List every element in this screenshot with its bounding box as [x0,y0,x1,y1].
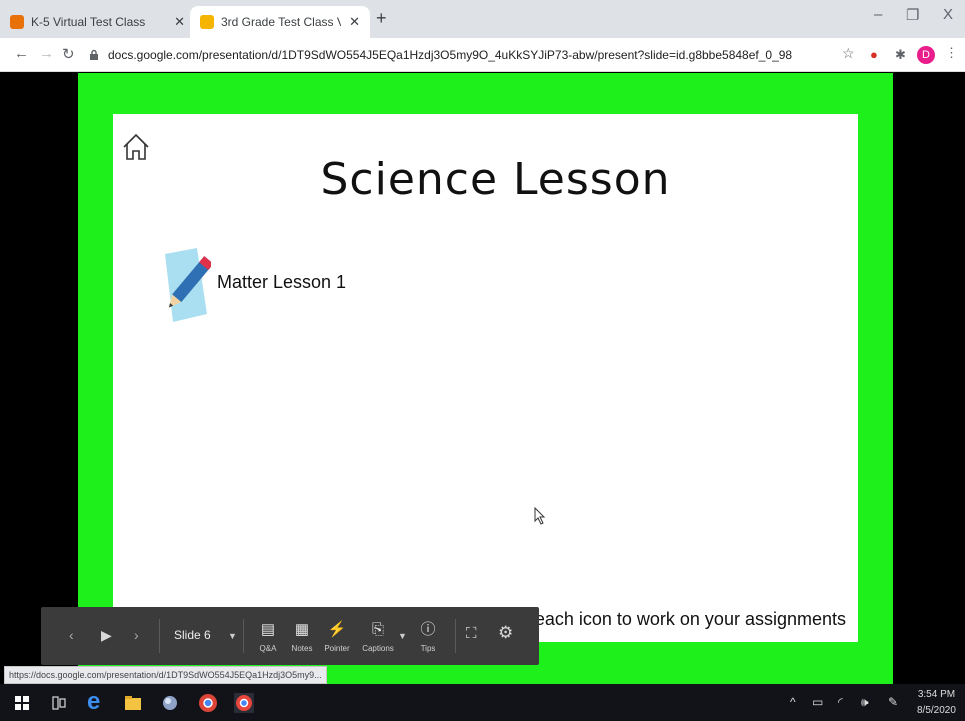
captions-button[interactable]: ⎘ Captions [356,619,400,653]
forward-icon[interactable]: → [39,45,54,62]
more-icon[interactable]: ⋮ [945,45,958,61]
slide-number-label: Slide 6 [174,628,211,642]
pointer-button[interactable]: ⚡ Pointer [315,619,359,653]
restore-button[interactable]: ❐ [906,6,919,24]
lesson-label: Matter Lesson 1 [217,271,347,292]
reload-icon[interactable]: ↻ [62,45,75,63]
toolbar-divider [243,619,244,653]
lock-icon [90,49,98,60]
mouse-cursor-icon [534,507,546,525]
fullscreen-icon[interactable]: ⛶ [466,625,477,642]
gear-icon[interactable]: ⚙ [498,623,513,643]
extension-icon[interactable]: ● [870,47,878,62]
windows-start-icon[interactable] [12,693,32,713]
close-tab-icon[interactable]: ✕ [341,14,360,30]
address-bar[interactable]: docs.google.com/presentation/d/1DT9SdWO5… [88,42,818,68]
browser-toolbar: ← → ↻ docs.google.com/presentation/d/1DT… [0,38,965,72]
toolbar-divider [159,619,160,653]
slide-title: Science Lesson [320,154,671,205]
pointer-label: Pointer [324,644,350,653]
captions-icon: ⎘ [371,621,384,638]
close-tab-icon[interactable]: ✕ [166,14,185,30]
avatar[interactable]: D [917,46,935,64]
clock-time: 3:54 PM [917,689,956,700]
tab-k5-virtual-test-class[interactable]: K-5 Virtual Test Class ✕ [0,6,195,38]
pen-icon[interactable]: ✎ [888,695,898,709]
star-icon[interactable]: ☆ [842,45,855,62]
puzzle-icon[interactable]: ✱ [895,47,906,63]
show-hidden-icons-icon[interactable]: ^ [790,695,796,709]
file-explorer-icon[interactable] [123,693,143,713]
system-clock[interactable]: 3:54 PM 8/5/2020 [917,687,956,719]
matter-lesson-link[interactable]: Matter Lesson 1 [161,248,346,322]
tips-label: Tips [420,644,436,653]
chevron-down-icon: ▼ [228,631,237,641]
windows-taskbar: e ^ ▭ ◜ 🕪 ✎ 3:54 PM 8/5/2020 [0,684,965,721]
url-text: docs.google.com/presentation/d/1DT9SdWO5… [108,48,793,62]
tab-strip: K-5 Virtual Test Class ✕ 3rd Grade Test … [0,0,965,38]
tips-icon: ⓘ [420,621,436,638]
slides-favicon-icon [200,15,214,29]
new-tab-button[interactable]: + [376,8,387,29]
presenter-toolbar: ‹ ▶ › Slide 6 ▼ ▤ Q&A ▦ Notes ⚡ Pointer … [41,607,539,665]
tips-button[interactable]: ⓘ Tips [406,619,450,653]
task-view-icon[interactable] [49,693,69,713]
minimize-button[interactable]: – [874,6,882,23]
edge-browser-icon[interactable]: e [87,688,107,715]
chrome-icon[interactable] [198,693,218,713]
tab-title: 3rd Grade Test Class Virtual Agen [221,15,342,29]
assignment-instructions: k on each icon to work on your assignmen… [495,609,846,629]
slide: Science Lesson Matter Lesson 1 k on each… [113,114,858,642]
slide-selector[interactable]: Slide 6 ▼ [174,628,237,642]
play-icon[interactable]: ▶ [101,627,112,644]
app-icon[interactable] [160,693,180,713]
toolbar-divider [455,619,456,653]
battery-icon[interactable]: ▭ [812,695,823,709]
clock-date: 8/5/2020 [917,705,956,716]
pencil-icon[interactable] [161,248,211,322]
captions-label: Captions [362,644,394,653]
tab-3rd-grade-test-class[interactable]: 3rd Grade Test Class Virtual Agen ✕ [190,6,370,38]
back-icon[interactable]: ← [14,45,29,62]
classroom-favicon-icon [10,15,24,29]
volume-icon[interactable]: 🕪 [861,695,869,710]
wifi-icon[interactable]: ◜ [838,695,843,709]
next-slide-button[interactable]: › [134,627,139,643]
close-window-button[interactable]: X [943,6,953,23]
previous-slide-button[interactable]: ‹ [69,627,74,643]
tab-title: K-5 Virtual Test Class [31,15,146,29]
chrome-profile-icon[interactable] [234,693,254,713]
link-status-bar: https://docs.google.com/presentation/d/1… [4,666,327,684]
pointer-icon: ⚡ [327,621,347,638]
